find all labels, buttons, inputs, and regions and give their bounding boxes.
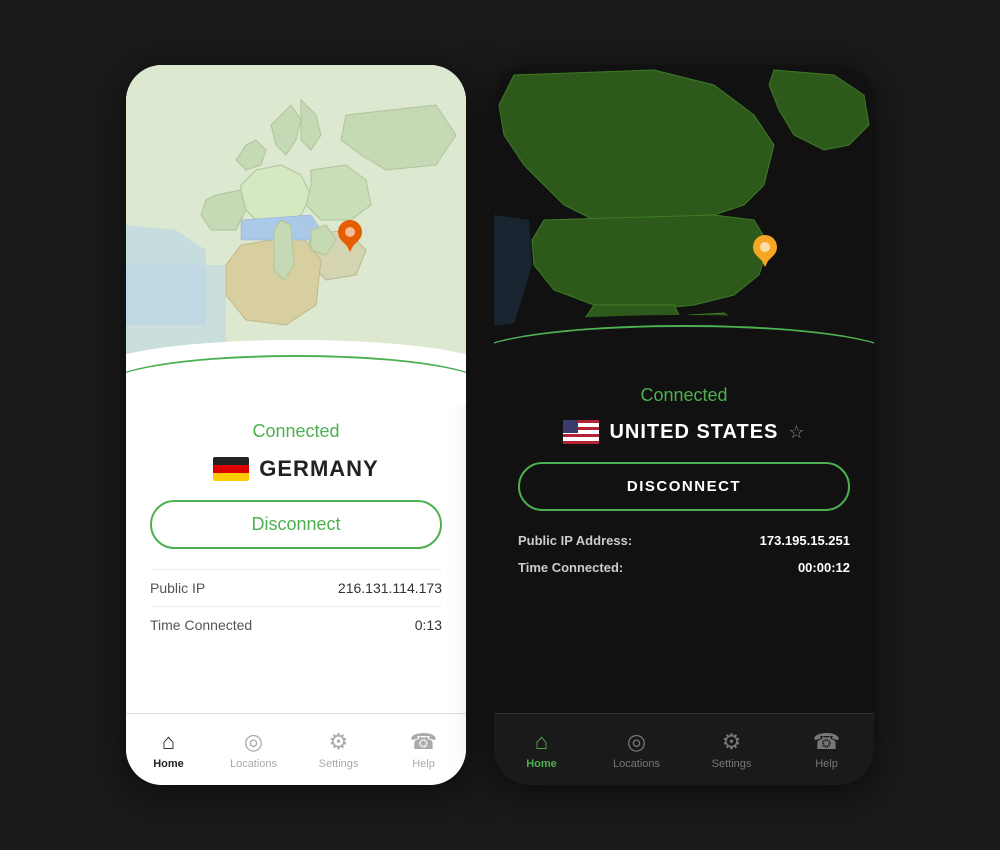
left-nav-locations[interactable]: ◎ Locations bbox=[211, 729, 296, 770]
flag-stripe-3 bbox=[213, 473, 249, 481]
left-ip-value: 216.131.114.173 bbox=[338, 580, 442, 596]
left-status: Connected bbox=[252, 421, 339, 442]
right-map bbox=[494, 65, 874, 375]
right-time-label: Time Connected: bbox=[518, 560, 623, 575]
favorite-star-icon[interactable]: ☆ bbox=[788, 422, 804, 443]
left-country-row: GERMANY bbox=[213, 456, 378, 482]
settings-icon: ⚙ bbox=[329, 729, 349, 755]
right-nav-help[interactable]: ☎ Help bbox=[779, 729, 874, 770]
location-icon-right: ◎ bbox=[627, 729, 646, 755]
home-icon-right: ⌂ bbox=[535, 729, 548, 755]
help-icon-right: ☎ bbox=[813, 729, 840, 755]
settings-icon-right: ⚙ bbox=[722, 729, 742, 755]
right-country-row: UNITED STATES ☆ bbox=[563, 420, 804, 444]
left-bottom-nav: ⌂ Home ◎ Locations ⚙ Settings ☎ Help bbox=[126, 713, 466, 785]
left-time-label: Time Connected bbox=[150, 617, 252, 633]
right-country-name: UNITED STATES bbox=[609, 421, 778, 444]
left-nav-help-label: Help bbox=[412, 758, 435, 770]
pin-body bbox=[333, 215, 367, 249]
left-map-svg bbox=[126, 65, 466, 405]
right-nav-locations-label: Locations bbox=[613, 758, 660, 770]
right-ip-label: Public IP Address: bbox=[518, 533, 632, 548]
right-nav-settings[interactable]: ⚙ Settings bbox=[684, 729, 779, 770]
right-status: Connected bbox=[640, 385, 727, 406]
right-time-value: 00:00:12 bbox=[798, 560, 850, 575]
left-ip-row: Public IP 216.131.114.173 bbox=[150, 569, 442, 606]
right-nav-settings-label: Settings bbox=[712, 758, 752, 770]
location-icon: ◎ bbox=[244, 729, 263, 755]
left-time-value: 0:13 bbox=[415, 617, 442, 633]
left-nav-home[interactable]: ⌂ Home bbox=[126, 729, 211, 770]
germany-pin bbox=[336, 220, 364, 254]
right-bottom-nav: ⌂ Home ◎ Locations ⚙ Settings ☎ Help bbox=[494, 713, 874, 785]
right-nav-locations[interactable]: ◎ Locations bbox=[589, 729, 684, 770]
right-ip-row: Public IP Address: 173.195.15.251 bbox=[518, 527, 850, 554]
help-icon: ☎ bbox=[410, 729, 437, 755]
us-stripe-r4 bbox=[563, 441, 599, 444]
germany-flag bbox=[213, 457, 249, 481]
pin-body-right bbox=[748, 230, 782, 264]
left-content: Connected GERMANY Disconnect Public IP 2… bbox=[126, 405, 466, 713]
us-flag-canton bbox=[563, 420, 577, 433]
us-pin bbox=[751, 235, 779, 269]
left-nav-settings-label: Settings bbox=[319, 758, 359, 770]
left-time-row: Time Connected 0:13 bbox=[150, 606, 442, 643]
flag-stripe-2 bbox=[213, 465, 249, 473]
left-nav-locations-label: Locations bbox=[230, 758, 277, 770]
right-content: Connected UNITED STATES ☆ bbox=[494, 375, 874, 713]
left-phone: Connected GERMANY Disconnect Public IP 2… bbox=[126, 65, 466, 785]
right-disconnect-button[interactable]: DISCONNECT bbox=[518, 462, 850, 511]
left-nav-help[interactable]: ☎ Help bbox=[381, 729, 466, 770]
left-nav-home-label: Home bbox=[153, 758, 184, 770]
left-map bbox=[126, 65, 466, 405]
right-nav-help-label: Help bbox=[815, 758, 838, 770]
left-nav-settings[interactable]: ⚙ Settings bbox=[296, 729, 381, 770]
left-country-name: GERMANY bbox=[259, 456, 378, 482]
home-icon: ⌂ bbox=[162, 729, 175, 755]
right-nav-home-label: Home bbox=[526, 758, 557, 770]
left-disconnect-button[interactable]: Disconnect bbox=[150, 500, 442, 549]
flag-stripe-1 bbox=[213, 457, 249, 465]
right-phone: Connected UNITED STATES ☆ bbox=[494, 65, 874, 785]
us-flag bbox=[563, 420, 599, 444]
screens-container: Connected GERMANY Disconnect Public IP 2… bbox=[126, 65, 874, 785]
right-time-row: Time Connected: 00:00:12 bbox=[518, 554, 850, 581]
right-ip-value: 173.195.15.251 bbox=[760, 533, 850, 548]
right-nav-home[interactable]: ⌂ Home bbox=[494, 729, 589, 770]
left-ip-label: Public IP bbox=[150, 580, 205, 596]
